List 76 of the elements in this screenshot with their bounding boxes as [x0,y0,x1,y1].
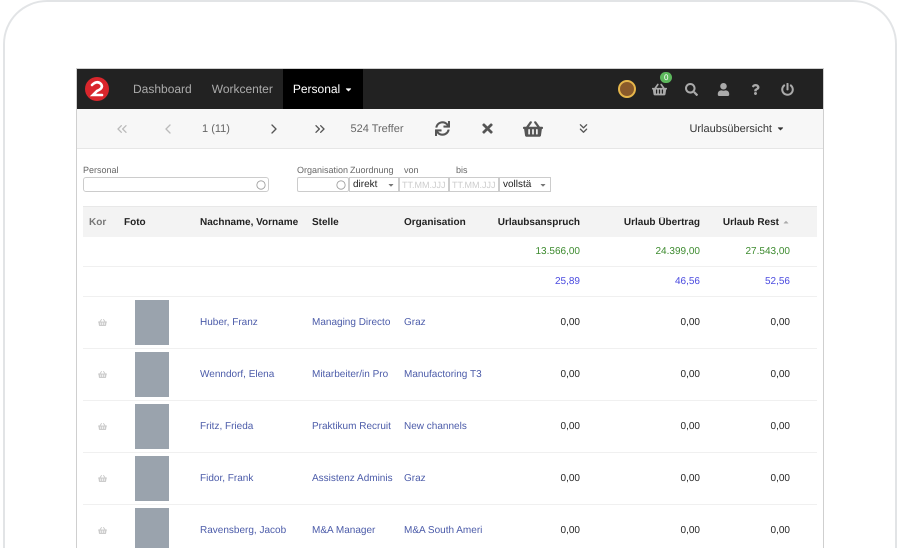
employee-link[interactable]: Ravensberg, Jacob [195,525,307,536]
scope-select[interactable]: vollstä [499,177,551,192]
organisation-field[interactable] [297,177,349,192]
position-link[interactable]: Assistenz Adminis [307,473,399,484]
position-link[interactable]: Mitarbeiter/in Pro [307,369,399,380]
view-dropdown[interactable]: Urlaubsübersicht [689,122,785,134]
table-cell-text: 0,00 [680,317,701,328]
avatar-icon[interactable] [618,80,636,98]
power-icon[interactable] [780,82,794,96]
refresh-icon[interactable] [434,121,450,136]
total-cell-text: 24.399,00 [654,246,701,257]
position-link[interactable]: Managing Directo [307,317,399,328]
circle-icon [256,180,266,190]
total-cell-text: 27.543,00 [744,246,791,257]
cart-count-badge: 0 [660,72,672,82]
nav-tab[interactable]: Workcenter [202,69,283,109]
circle-icon [336,180,346,190]
column-header[interactable]: Nachname, Vorname [195,216,307,228]
search-icon[interactable] [684,82,698,96]
column-header[interactable]: Urlaubsanspruch [489,216,584,228]
column-header[interactable]: Foto [119,216,195,228]
table-cell-text: 0,00 [680,369,701,380]
table-cell-text: 0,00 [560,369,581,380]
personal-field[interactable] [83,177,269,192]
field-label: bis [456,165,468,177]
assignment-select[interactable]: direkt [349,177,399,192]
total-cell-text: 13.566,00 [534,246,581,257]
column-header[interactable]: Urlaub Rest [704,216,794,228]
employee-link[interactable]: Huber, Franz [195,317,307,328]
photo-placeholder [135,456,169,501]
photo-placeholder [135,300,169,345]
organisation-link[interactable]: Graz [399,473,489,484]
nav-tab[interactable]: Personal [282,69,364,109]
column-header[interactable]: Kor [83,216,119,228]
total-cell-text: 46,56 [674,276,701,287]
column-header[interactable]: Stelle [307,216,399,228]
employee-link[interactable]: Fidor, Frank [195,473,307,484]
help-icon[interactable] [750,84,760,94]
table-cell-text: 0,00 [770,317,791,328]
field-label: von [404,165,420,177]
position-link[interactable]: M&A Manager [307,525,399,536]
hit-count: 524 Treffer [350,122,404,134]
organisation-link[interactable]: M&A South Ameri [399,525,489,536]
photo-placeholder [135,352,169,397]
table-cell-text: 0,00 [680,421,701,432]
table-cell-text: 0,00 [680,525,701,536]
organisation-link[interactable]: New channels [399,421,489,432]
table-cell-text: 0,00 [560,525,581,536]
field-label: Personal [83,165,119,177]
close-icon[interactable] [480,121,494,136]
total-cell-text: 25,89 [554,276,581,287]
table-cell-text: 0,00 [770,421,791,432]
page-indicator: 1 (11) [201,122,231,134]
basket-icon[interactable] [652,82,666,96]
column-header[interactable]: Organisation [399,216,489,228]
total-cell-text: 52,56 [764,276,791,287]
table-cell-text: 0,00 [560,317,581,328]
employee-link[interactable]: Fritz, Frieda [195,421,307,432]
position-link[interactable]: Praktikum Recruit [307,421,399,432]
table-cell-text: 0,00 [770,369,791,380]
table-cell-text: 0,00 [770,473,791,484]
field-label: Organisation [297,165,348,177]
nav-tab[interactable]: Dashboard [123,69,202,109]
basket-icon[interactable] [523,118,543,138]
employee-link[interactable]: Wenndorf, Elena [195,369,307,380]
photo-placeholder [135,508,169,548]
field-label: Zuordnung [350,165,390,177]
user-icon[interactable] [716,82,730,96]
photo-placeholder [135,404,169,449]
table-cell-text: 0,00 [560,473,581,484]
logo-icon[interactable] [85,77,109,101]
organisation-link[interactable]: Manufactoring T3 [399,369,489,380]
table-cell-text: 0,00 [560,421,581,432]
organisation-link[interactable]: Graz [399,317,489,328]
table-cell-text: 0,00 [770,525,791,536]
table-cell-text: 0,00 [680,473,701,484]
